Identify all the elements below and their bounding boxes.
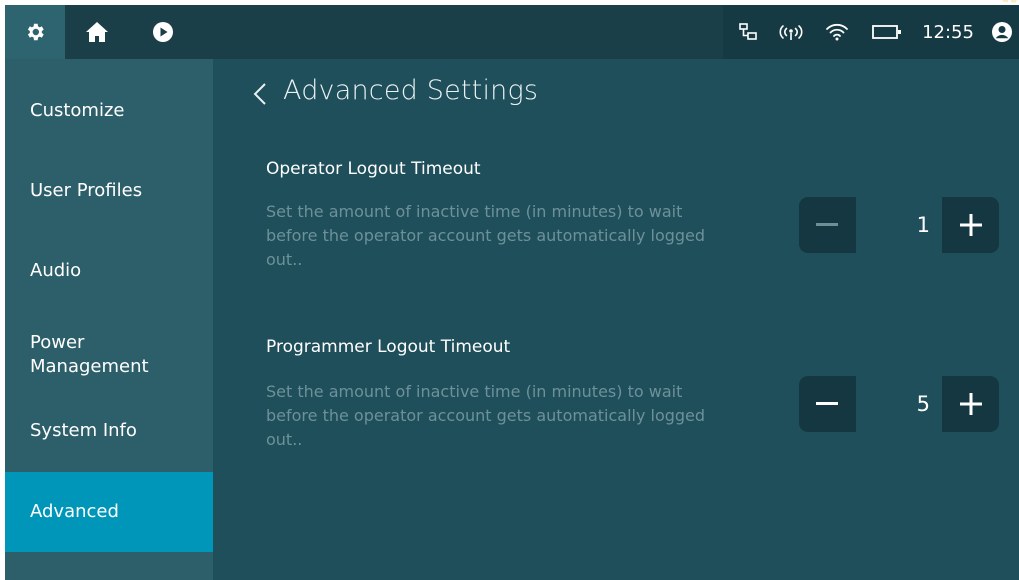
sidebar-item-label: Audio — [30, 260, 82, 281]
home-icon — [86, 22, 108, 42]
minus-icon — [816, 223, 838, 226]
sidebar-item-advanced[interactable]: Advanced — [5, 472, 213, 552]
top-bar: 12:55 — [5, 5, 1019, 59]
clock: 12:55 — [922, 21, 974, 43]
sidebar-item-label: System Info — [30, 420, 137, 441]
corner-glow-icon — [1002, 0, 1017, 3]
network-status[interactable] — [731, 5, 765, 59]
sidebar-item-system-info[interactable]: System Info — [5, 395, 213, 467]
home-button[interactable] — [75, 5, 119, 59]
wifi-status[interactable] — [817, 5, 857, 59]
operator-increment-button[interactable] — [943, 197, 999, 253]
programmer-timeout-description: Set the amount of inactive time (in minu… — [266, 382, 706, 449]
operator-timeout-stepper: 1 — [799, 197, 999, 253]
programmer-timeout-stepper: 5 — [799, 376, 999, 432]
programmer-timeout-title: Programmer Logout Timeout — [266, 337, 511, 357]
sidebar-item-label: Advanced — [30, 501, 119, 522]
antenna-icon — [779, 25, 803, 40]
back-button[interactable] — [245, 73, 275, 115]
sidebar-item-user-profiles[interactable]: User Profiles — [5, 155, 213, 227]
account-icon — [992, 22, 1012, 42]
gear-icon — [27, 23, 44, 41]
operator-timeout-title: Operator Logout Timeout — [266, 159, 481, 179]
programmer-timeout-value[interactable]: 5 — [856, 376, 942, 432]
status-area: 12:55 — [723, 5, 1019, 59]
settings-tab[interactable] — [5, 5, 65, 59]
battery-status[interactable] — [865, 5, 909, 59]
play-button[interactable] — [145, 5, 181, 59]
network-icon — [739, 23, 757, 40]
plus-icon — [960, 214, 982, 236]
account-button[interactable] — [985, 5, 1019, 59]
operator-timeout-value[interactable]: 1 — [856, 197, 942, 253]
sidebar-item-audio[interactable]: Audio — [5, 235, 213, 307]
chevron-left-icon — [253, 83, 266, 105]
sidebar-item-label: Customize — [30, 100, 125, 121]
page-title: Advanced Settings — [283, 75, 539, 106]
app-frame: 12:55 Customize User Profiles Audio Powe… — [5, 5, 1019, 580]
antenna-status[interactable] — [771, 5, 811, 59]
minus-icon — [816, 402, 838, 405]
sidebar-item-label: Power Management — [30, 332, 149, 377]
sidebar-item-label: User Profiles — [30, 180, 143, 201]
sidebar-item-power-management[interactable]: Power Management — [5, 315, 213, 395]
programmer-increment-button[interactable] — [943, 376, 999, 432]
sidebar-item-customize[interactable]: Customize — [5, 75, 213, 147]
main-panel: Advanced Settings Operator Logout Timeou… — [213, 59, 1019, 580]
wifi-icon — [826, 23, 848, 41]
play-icon — [153, 22, 173, 42]
plus-icon — [960, 393, 982, 415]
battery-icon — [872, 25, 901, 39]
sidebar: Customize User Profiles Audio Power Mana… — [5, 59, 213, 580]
operator-decrement-button[interactable] — [799, 197, 855, 253]
operator-timeout-description: Set the amount of inactive time (in minu… — [266, 202, 706, 269]
programmer-decrement-button[interactable] — [799, 376, 855, 432]
